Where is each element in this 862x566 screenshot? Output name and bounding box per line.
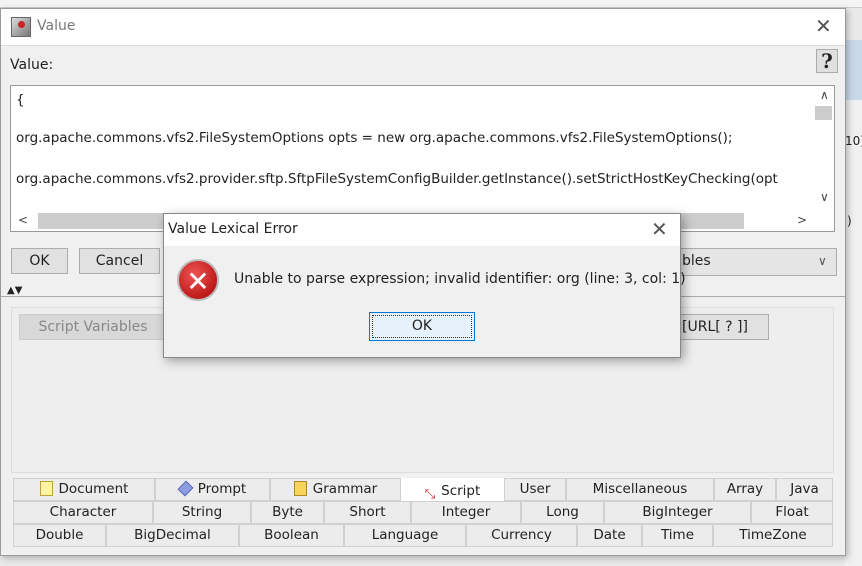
tab-float[interactable]: Float (751, 501, 833, 524)
error-ok-button[interactable]: OK (369, 312, 475, 341)
tab-row: Document Prompt Grammar ⤡ Script User Mis… (13, 478, 833, 502)
tab-miscellaneous[interactable]: Miscellaneous (566, 478, 714, 501)
title-bar: Value ✕ (1, 9, 845, 46)
background-window: 10) ) (845, 40, 862, 566)
app-icon (11, 17, 31, 37)
code-line: { (16, 92, 25, 108)
tab-java[interactable]: Java (776, 478, 833, 501)
prompt-icon (177, 480, 194, 497)
tab-character[interactable]: Character (13, 501, 153, 524)
tab-array[interactable]: Array (714, 478, 776, 501)
tab-row: Character String Byte Short Integer Long… (13, 501, 833, 524)
tab-script[interactable]: ⤡ Script (401, 478, 504, 502)
tab-string[interactable]: String (153, 501, 251, 524)
background-toolbar (0, 0, 862, 8)
tab-short[interactable]: Short (324, 501, 411, 524)
tab-currency[interactable]: Currency (466, 524, 577, 547)
value-label: Value: (10, 57, 54, 73)
error-message: Unable to parse expression; invalid iden… (234, 271, 686, 287)
value-textarea[interactable]: { org.apache.commons.vfs2.FileSystemOpti… (10, 85, 835, 232)
error-dialog: Value Lexical Error ✕ ✕ Unable to parse … (163, 213, 686, 358)
tab-date[interactable]: Date (577, 524, 642, 547)
tab-document[interactable]: Document (13, 478, 155, 501)
tab-prompt[interactable]: Prompt (155, 478, 270, 501)
cancel-button[interactable]: Cancel (79, 248, 160, 274)
tab-timezone[interactable]: TimeZone (713, 524, 833, 547)
vertical-scroll-thumb[interactable] (815, 106, 832, 120)
tab-grammar[interactable]: Grammar (270, 478, 401, 501)
script-variables-button[interactable]: Script Variables (19, 314, 167, 340)
error-title-bar: Value Lexical Error ✕ (164, 214, 680, 246)
error-icon: ✕ (177, 259, 219, 301)
tab-byte[interactable]: Byte (251, 501, 324, 524)
document-icon (39, 481, 53, 496)
script-icon: ⤡ (424, 487, 436, 502)
ok-button[interactable]: OK (11, 248, 68, 274)
scroll-right-icon[interactable]: > (797, 213, 807, 227)
dialog-title: Value (37, 18, 76, 34)
close-icon[interactable]: ✕ (651, 217, 668, 241)
dropdown-value: bles (682, 253, 711, 269)
help-button[interactable]: ? (816, 49, 838, 73)
chevron-down-icon: ∨ (818, 254, 827, 268)
tab-time[interactable]: Time (642, 524, 713, 547)
tab-user[interactable]: User (504, 478, 566, 501)
tab-long[interactable]: Long (521, 501, 604, 524)
tab-language[interactable]: Language (344, 524, 466, 547)
tab-bigdecimal[interactable]: BigDecimal (106, 524, 239, 547)
background-text: 10) (845, 134, 862, 148)
tab-integer[interactable]: Integer (411, 501, 521, 524)
scroll-up-icon[interactable]: ∧ (820, 88, 829, 102)
code-line: org.apache.commons.vfs2.provider.sftp.Sf… (16, 171, 778, 187)
tab-row: Double BigDecimal Boolean Language Curre… (13, 524, 833, 547)
tab-double[interactable]: Double (13, 524, 106, 547)
close-icon[interactable]: ✕ (815, 14, 832, 38)
scroll-down-icon[interactable]: ∨ (820, 190, 829, 204)
error-dialog-title: Value Lexical Error (168, 221, 298, 237)
scroll-left-icon[interactable]: < (18, 213, 28, 227)
grammar-icon (293, 481, 307, 496)
tab-boolean[interactable]: Boolean (239, 524, 344, 547)
background-text: ) (847, 214, 852, 228)
code-line: org.apache.commons.vfs2.FileSystemOption… (16, 130, 733, 146)
tab-biginteger[interactable]: BigInteger (604, 501, 751, 524)
split-arrows-icon[interactable]: ▲▼ (7, 285, 22, 296)
